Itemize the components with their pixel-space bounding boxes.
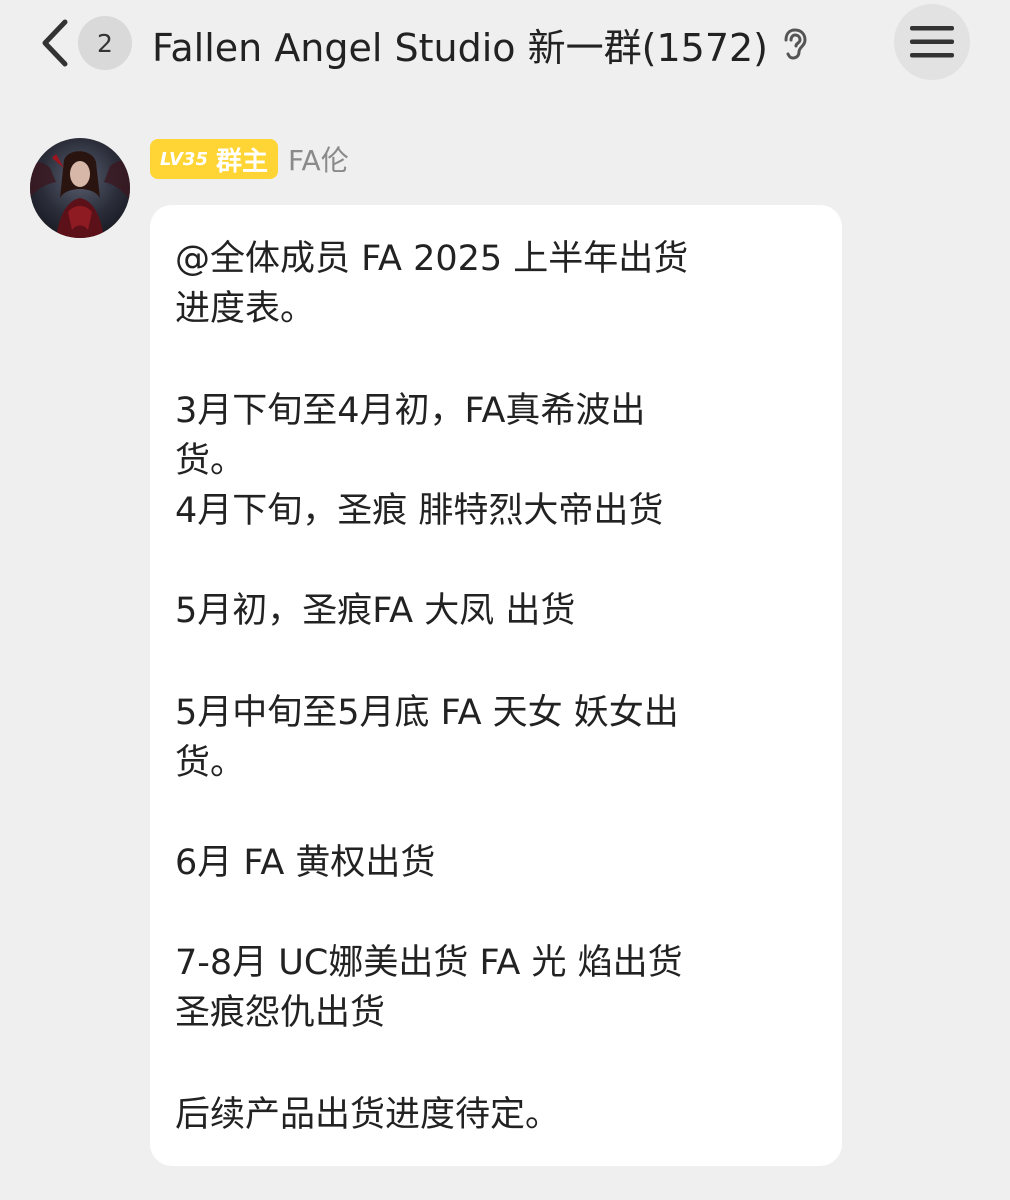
- menu-button[interactable]: [894, 4, 970, 80]
- sender-avatar[interactable]: [30, 138, 130, 238]
- message-line: 6月 FA 黄权出货: [175, 843, 436, 883]
- message-line: 进度表。: [175, 289, 316, 329]
- message-line: 7-8月 UC娜美出货 FA 光 焰出货: [175, 943, 683, 983]
- sender-info: LV35 群主 FA伦: [150, 138, 349, 180]
- level-badge: LV35 群主: [150, 139, 278, 179]
- chat-title-wrap[interactable]: Fallen Angel Studio 新一群(1572): [152, 14, 810, 74]
- message-line: 5月中旬至5月底 FA 天女 妖女出: [175, 693, 679, 733]
- message-line: 3月下旬至4月初，FA真希波出: [175, 391, 646, 431]
- hamburger-menu-icon: [910, 26, 954, 58]
- chat-title: Fallen Angel Studio 新一群(1572): [152, 25, 768, 70]
- role-text: 群主: [215, 146, 268, 177]
- message-line: 5月初，圣痕FA 大凤 出货: [175, 591, 576, 631]
- message-bubble[interactable]: @全体成员 FA 2025 上半年出货 进度表。 3月下旬至4月初，FA真希波出…: [150, 205, 842, 1166]
- back-button[interactable]: [30, 18, 78, 68]
- message-line: 货。: [175, 441, 246, 481]
- message-line: 后续产品出货进度待定。: [175, 1095, 561, 1135]
- message-line: 货。: [175, 743, 246, 783]
- sender-name[interactable]: FA伦: [288, 139, 349, 179]
- chat-header: 2 Fallen Angel Studio 新一群(1572): [0, 0, 1010, 96]
- ear-icon: [780, 26, 810, 62]
- message-line: 圣痕怨仇出货: [175, 993, 386, 1033]
- message-line: 4月下旬，圣痕 腓特烈大帝出货: [175, 491, 664, 531]
- level-text: LV35: [160, 148, 208, 170]
- chevron-left-icon: [42, 19, 68, 67]
- message-line: @全体成员 FA 2025 上半年出货: [175, 239, 689, 279]
- unread-count-badge[interactable]: 2: [78, 16, 132, 70]
